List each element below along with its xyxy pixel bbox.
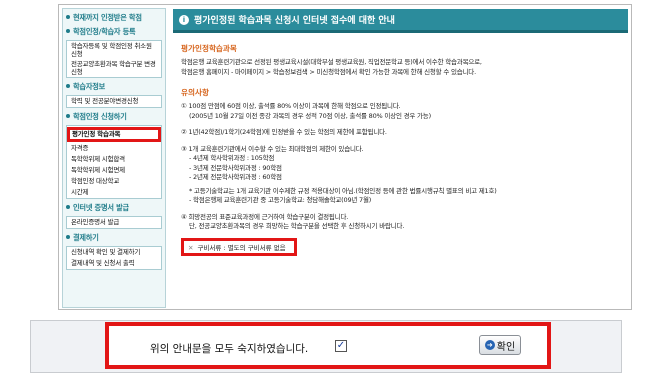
page-title-bar: i 평가인정된 학습과목 신청시 인터넷 접수에 대한 안내 — [173, 9, 628, 33]
sidebar-item-recognized-target[interactable]: 학점인정 대상학교 — [67, 176, 161, 187]
sidebar-section-apply: 학점인정 신청하기 — [66, 112, 162, 122]
sidebar-section-earned-credits[interactable]: 현재까지 인정받은 학점 — [66, 13, 162, 23]
sidebar-item-major-field-change[interactable]: 학력 및 전공분야변경신청 — [67, 96, 161, 107]
sidebar-section-learner-info: 학습자정보 — [66, 82, 162, 92]
note-2: ② 1년(42학점)/1학기(24학점)에 인정받을 수 있는 학점의 제한에 … — [181, 128, 387, 136]
documents-notice-text: 구비서류 : 별도의 구비서류 없음 — [197, 243, 286, 252]
sidebar-item-pay-output[interactable]: 결제내역 및 신청서 출력 — [67, 258, 161, 269]
intro-line-1: 학점은행 교육훈련기관으로 선정된 평생교육시설(대학부설 평생교육원, 직업전… — [181, 58, 482, 66]
guide-content: i 평가인정된 학습과목 신청시 인터넷 접수에 대한 안내 평가인정학습과목 … — [173, 9, 628, 307]
sidebar-group-registration: 학습자등록 및 학점인정 취소원 신청 전공교양초환과목 학습구분 변경 신청 — [66, 40, 162, 78]
bullet-icon — [66, 235, 70, 239]
page-title: 평가인정된 학습과목 신청시 인터넷 접수에 대한 안내 — [194, 16, 395, 26]
note-1-sub: (2005년 10월 27일 이전 종강 과목의 경우 성적 70점 이상, 출… — [189, 111, 431, 120]
sidebar-section-registration: 학점인정/학습자 등록 — [66, 27, 162, 37]
section-heading-eval-course: 평가인정학습과목 — [181, 44, 237, 53]
sidebar-item-major-change[interactable]: 전공교양초환과목 학습구분 변경 신청 — [67, 59, 161, 77]
note-3-b: - 3년제 전문학사학위과정 : 90학점 — [189, 163, 282, 172]
sidebar-item-indep-test[interactable]: 독학학위제 시험합격 — [67, 154, 161, 165]
info-icon: i — [179, 14, 189, 25]
note-3: ③ 1개 교육훈련기관에서 이수할 수 있는 최대학점의 제한이 있습니다. — [181, 144, 364, 153]
bullet-icon — [66, 84, 70, 88]
arrow-right-icon: ➜ — [484, 340, 495, 350]
sidebar-item-pay-detail[interactable]: 신청내역 확인 및 결제하기 — [67, 247, 161, 258]
section-heading-notes: 유의사항 — [181, 88, 209, 97]
sidebar-group-payment: 신청내역 확인 및 결제하기 결제내역 및 신청서 출력 — [66, 246, 162, 270]
sidebar-item-learner-reg-cancel[interactable]: 학습자등록 및 학점인정 취소원 신청 — [67, 41, 161, 59]
confirm-button-label: 확인 — [496, 341, 516, 353]
note-3-d: * 고등기술학교는 1개 교육기관 이수제한 규정 적용대상이 아님.(학점인정… — [189, 186, 497, 195]
bullet-icon — [66, 205, 70, 209]
bullet-icon — [66, 114, 70, 118]
documents-notice: ✕ 구비서류 : 별도의 구비서류 없음 — [181, 237, 297, 256]
note-3-a: - 4년제 학사학위과정 : 105학점 — [189, 154, 275, 162]
sidebar-group-apply: 평가인정 학습과목 자격증 독학학위제 시험합격 독학학위제 시험면제 학점인정… — [66, 125, 162, 199]
sidebar-section-payment: 결제하기 — [66, 233, 162, 243]
guide-body: 평가인정학습과목 학점은행 교육훈련기관으로 선정된 평생교육시설(대학부설 평… — [173, 33, 628, 256]
guide-panel: 현재까지 인정받은 학점 학점인정/학습자 등록 학습자등록 및 학점인정 취소… — [58, 4, 632, 310]
note-1: ① 100점 만점에 60점 이상, 출석률 80% 이상이 과목에 한해 학점… — [181, 102, 401, 110]
close-icon: ✕ — [188, 243, 194, 252]
sidebar-item-indep-exempt[interactable]: 독학학위제 시험면제 — [67, 165, 161, 176]
note-4: ④ 희망전공의 표준교육과정에 근거하여 학습구분이 결정됩니다. — [181, 212, 349, 221]
sidebar-group-certificate: 온라인증명서 발급 — [66, 216, 162, 229]
bullet-icon — [66, 29, 70, 33]
confirm-button[interactable]: ➜ 확인 — [479, 335, 521, 355]
sidebar: 현재까지 인정받은 학점 학점인정/학습자 등록 학습자등록 및 학점인정 취소… — [62, 8, 166, 308]
agree-checkbox[interactable]: ✓ — [335, 340, 347, 352]
sidebar-item-certificate[interactable]: 자격증 — [67, 143, 161, 154]
bullet-icon — [66, 15, 70, 19]
agree-label: 위의 안내문을 모두 숙지하였습니다. — [150, 343, 309, 355]
note-4-sub: 단, 전공교양초환과목의 경우 희망하는 학습구분을 선택한 후 신청하시기 바… — [189, 222, 405, 230]
sidebar-group-learner-info: 학력 및 전공분야변경신청 — [66, 95, 162, 108]
sidebar-item-hours[interactable]: 시간제 — [67, 187, 161, 198]
note-3-c: - 2년제 전문학사학위과정 : 60학점 — [189, 173, 282, 181]
intro-line-2: 학점은행 홈페이지 - 마이페이지 > 학습정보검색 > 미신청학점에서 확인 … — [181, 67, 476, 76]
note-3-e: - 학점은행제 교육훈련기관 중 고등기술학교: 청담해솔학교(09년 7월) — [189, 196, 372, 204]
sidebar-section-certificate: 인터넷 증명서 발급 — [66, 203, 162, 213]
sidebar-item-online-cert[interactable]: 온라인증명서 발급 — [67, 217, 161, 228]
sidebar-item-eval-course[interactable]: 평가인정 학습과목 — [67, 127, 161, 142]
